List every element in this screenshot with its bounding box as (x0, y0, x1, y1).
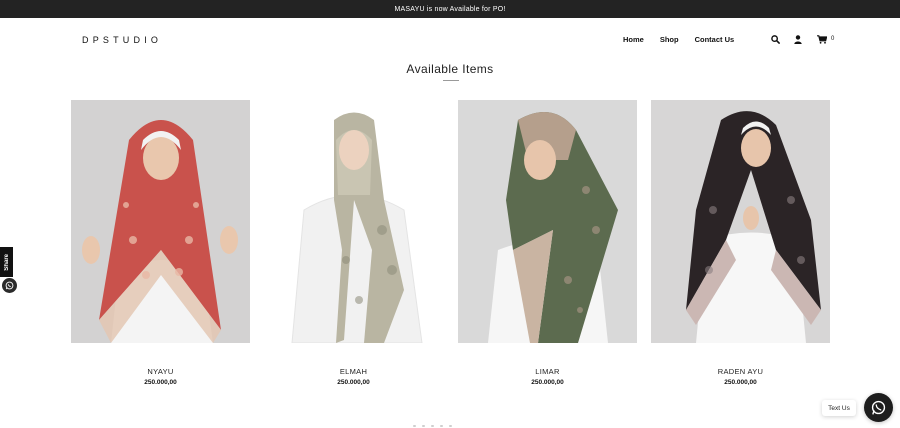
site-logo[interactable]: DPSTUDIO (82, 35, 162, 45)
nav-contact-us[interactable]: Contact Us (695, 35, 735, 44)
product-card[interactable]: NYAYU 250.000,00 (71, 100, 250, 386)
share-label: Share (3, 253, 10, 271)
user-icon[interactable] (791, 32, 805, 46)
product-card[interactable]: ELMAH 250.000,00 (264, 100, 443, 386)
title-divider (443, 80, 459, 81)
product-name[interactable]: NYAYU (71, 367, 250, 376)
product-image[interactable] (458, 100, 637, 343)
whatsapp-icon[interactable] (864, 393, 893, 422)
nav-shop[interactable]: Shop (660, 35, 679, 44)
product-card[interactable]: RADEN AYU 250.000,00 (651, 100, 830, 386)
text-us-label[interactable]: Text Us (822, 400, 856, 416)
cart-icon[interactable] (815, 32, 829, 46)
section-title: Available Items (406, 62, 494, 76)
whatsapp-icon[interactable] (2, 278, 17, 293)
announcement-bar: MASAYU is now Available for PO! (0, 0, 900, 18)
product-price: 250.000,00 (144, 379, 177, 386)
product-price: 250.000,00 (724, 379, 757, 386)
product-card[interactable]: LIMAR 250.000,00 (458, 100, 637, 386)
product-name[interactable]: ELMAH (264, 367, 443, 376)
search-icon[interactable] (768, 32, 782, 46)
product-price: 250.000,00 (337, 379, 370, 386)
main-nav: Home Shop Contact Us (623, 35, 734, 44)
header-icons: 0 (768, 32, 834, 46)
announcement-text: MASAYU is now Available for PO! (394, 5, 506, 13)
product-image[interactable] (264, 100, 443, 343)
nav-home[interactable]: Home (623, 35, 644, 44)
share-tab[interactable]: Share (0, 247, 13, 277)
product-image[interactable] (71, 100, 250, 343)
product-name[interactable]: RADEN AYU (651, 367, 830, 376)
site-header: DPSTUDIO Home Shop Contact Us 0 (0, 18, 900, 63)
product-name[interactable]: LIMAR (458, 367, 637, 376)
product-price: 250.000,00 (531, 379, 564, 386)
cart-count: 0 (831, 36, 835, 42)
product-image[interactable] (651, 100, 830, 343)
